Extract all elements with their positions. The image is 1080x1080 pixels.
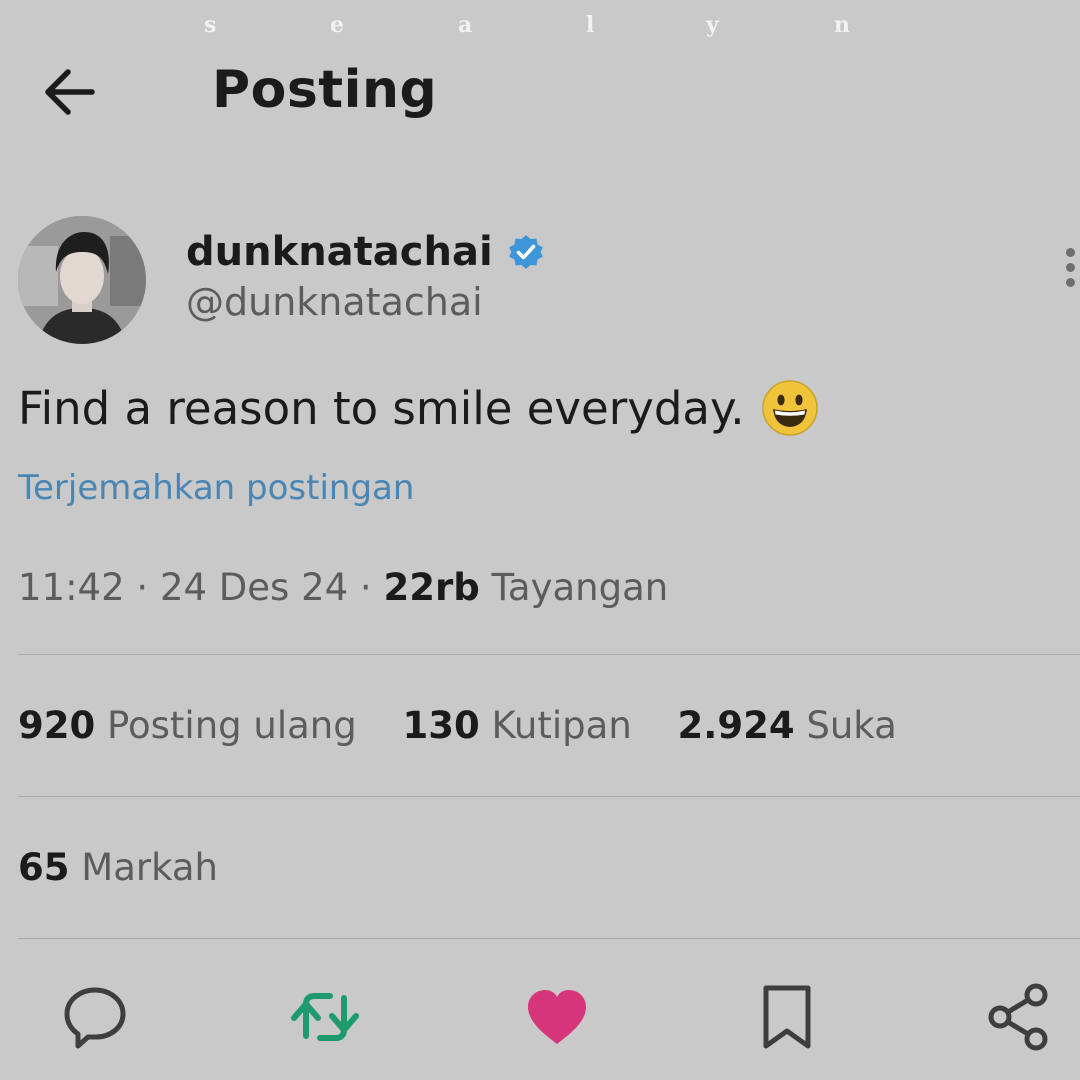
views-count: 22rb [383,566,480,609]
bookmarks-label: Markah [81,846,218,889]
reposts-count: 920 [18,704,96,747]
post-date: 24 Des 24 [159,566,349,609]
post-detail-screen: s e a l y n Posting dunknatachai @dunkna… [0,0,1080,1080]
divider [18,796,1080,797]
reposts-stat[interactable]: 920 Posting ulang [18,704,357,747]
top-bar: Posting [0,52,1080,132]
watermark-letter: e [330,12,344,38]
quotes-count: 130 [402,704,480,747]
meta-separator: · [359,566,372,609]
bookmark-icon [763,985,811,1049]
grinning-face-emoji-icon [761,380,818,436]
watermark-letter: n [834,12,850,38]
reply-icon [64,987,126,1049]
repost-icon [291,993,359,1041]
repost-button[interactable] [290,982,360,1052]
heart-icon [528,990,586,1044]
watermark-letter: l [586,12,595,38]
watermark-letter: a [458,12,473,38]
like-button[interactable] [522,982,592,1052]
divider [18,938,1080,939]
reposts-label: Posting ulang [107,704,357,747]
likes-count: 2.924 [677,704,795,747]
post-time: 11:42 [18,566,125,609]
quotes-stat[interactable]: 130 Kutipan [403,704,632,747]
bookmarks-stat[interactable]: 65 Markah [18,846,218,889]
post-body: Find a reason to smile everyday. [18,376,819,440]
display-name[interactable]: dunknatachai [186,229,493,275]
author-handle[interactable]: @dunknatachai [186,280,483,324]
avatar[interactable] [18,216,146,344]
bookmarks-count: 65 [18,846,70,889]
likes-label: Suka [806,704,897,747]
more-options-button[interactable] [1060,244,1080,292]
likes-stat[interactable]: 2.924 Suka [678,704,897,747]
bookmark-button[interactable] [752,982,822,1052]
watermark: s e a l y n [0,12,1080,44]
reply-button[interactable] [60,982,130,1052]
translate-post-link[interactable]: Terjemahkan postingan [18,468,414,508]
post-metadata: 11:42 · 24 Des 24 · 22rb Tayangan [18,566,668,609]
share-icon [988,983,1048,1051]
quotes-label: Kutipan [491,704,632,747]
share-button[interactable] [984,982,1054,1052]
avatar-image [18,216,146,344]
meta-separator: · [136,566,149,609]
more-vertical-icon-dot [1066,278,1075,287]
author-name-row: dunknatachai [186,224,545,280]
more-vertical-icon-dot [1066,263,1075,272]
watermark-letter: s [204,12,217,38]
arrow-left-icon [45,69,95,115]
more-vertical-icon-dot [1066,248,1075,257]
page-title: Posting [212,60,438,120]
views-label: Tayangan [491,566,669,609]
back-button[interactable] [36,58,104,126]
engagement-stats: 920 Posting ulang 130 Kutipan 2.924 Suka [18,704,897,747]
divider [18,654,1080,655]
watermark-letter: y [706,12,719,38]
post-text: Find a reason to smile everyday. [18,381,745,435]
verified-badge-icon [508,235,543,269]
